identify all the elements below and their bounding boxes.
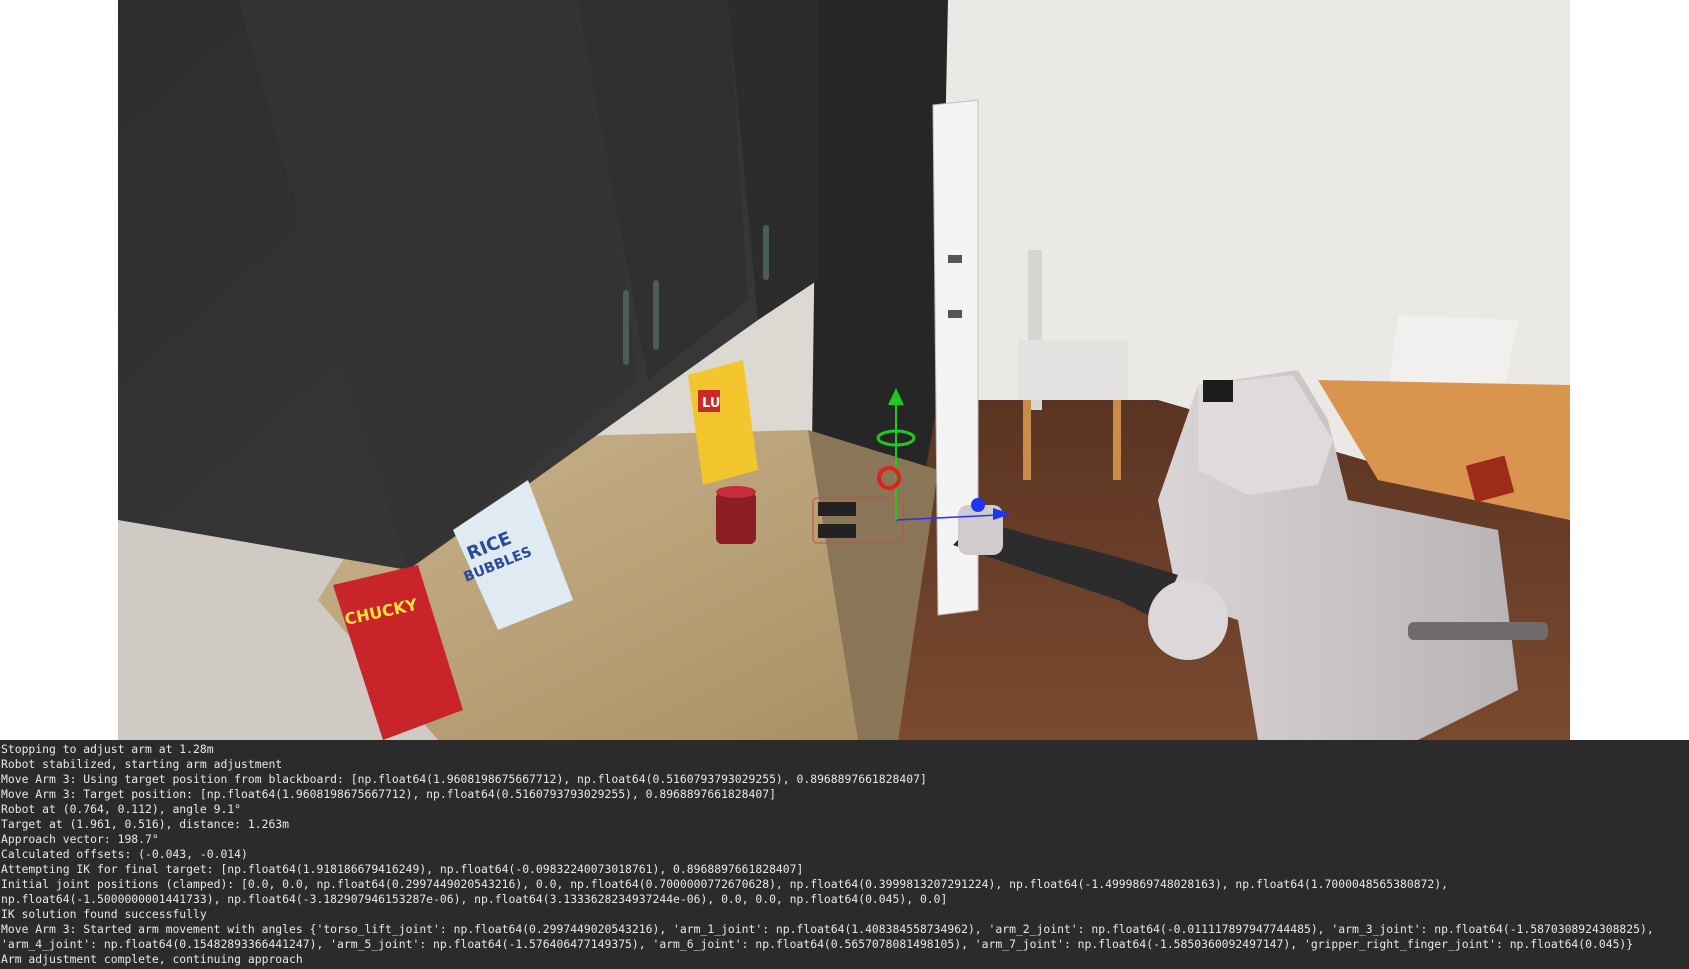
console-line: Robot stabilized, starting arm adjustmen… [1,757,283,771]
console-line: Calculated offsets: (-0.043, -0.014) [1,847,248,861]
fridge-handle [948,310,962,318]
chair-leg [1023,400,1031,480]
lu-logo-text: LU [702,396,720,411]
console-line: Target at (1.961, 0.516), distance: 1.26… [1,817,290,831]
chair-seat [1018,340,1128,400]
robot-camera [1203,380,1233,402]
console-line: Initial joint positions (clamped): [0.0,… [1,877,1448,891]
jam-jar-lid [716,486,756,498]
gripper-finger [818,524,856,538]
cabinet-handle [623,290,629,365]
scene-canvas[interactable]: CHUCKY RICE BUBBLES LU [118,0,1570,740]
console-line: IK solution found successfully [1,907,207,921]
console-line: Attempting IK for final target: [np.floa… [1,862,804,876]
chair-leg [1113,400,1121,480]
console-line: Arm adjustment complete, continuing appr… [1,952,303,966]
console-output[interactable]: Stopping to adjust arm at 1.28m Robot st… [0,740,1689,969]
cabinet-handle [653,280,659,350]
console-line: Stopping to adjust arm at 1.28m [1,742,214,756]
jam-jar [716,492,756,544]
fridge-handle [948,255,962,263]
console-line: Approach vector: 198.7° [1,832,159,846]
console-line: Robot at (0.764, 0.112), angle 9.1° [1,802,242,816]
console-line: Move Arm 3: Using target position from b… [1,772,927,786]
gripper-finger [818,502,856,516]
console-line: Move Arm 3: Target position: [np.float64… [1,787,776,801]
robot-port-panel [1408,622,1548,640]
cabinet-handle [763,225,769,280]
robot-shoulder [1148,580,1228,660]
simulation-viewport[interactable]: CHUCKY RICE BUBBLES LU [118,0,1570,740]
console-line: np.float64(-1.5000000001441733), np.floa… [1,892,948,906]
gizmo-handle[interactable] [971,498,985,512]
console-line: 'arm_4_joint': np.float64(0.154828933664… [1,937,1634,951]
console-line: Move Arm 3: Started arm movement with an… [1,922,1654,936]
